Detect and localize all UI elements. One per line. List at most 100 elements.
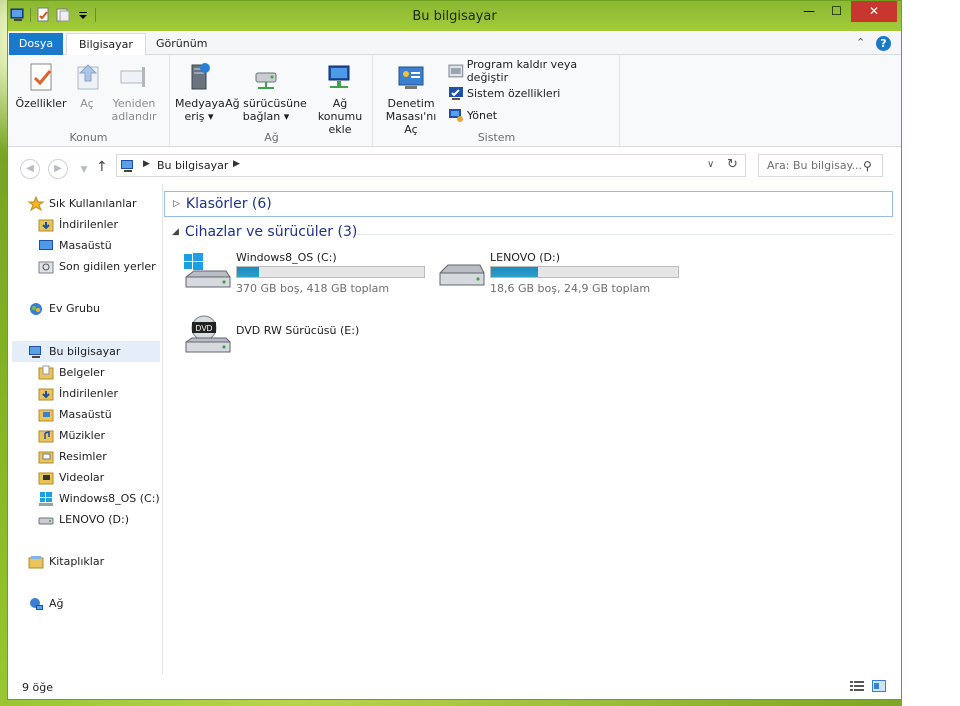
recent-locations-button[interactable]: ▼ (78, 161, 90, 181)
desktop-background-right (902, 0, 960, 706)
search-icon[interactable]: ⚲ (863, 159, 872, 173)
chevron-down-icon[interactable]: ∨ (707, 159, 714, 170)
computer-icon (121, 160, 133, 172)
windows-drive-icon (184, 253, 231, 288)
desktop-icon (39, 239, 53, 250)
folders-group-header[interactable]: ▷ Klasörler (6) (164, 191, 893, 217)
navigation-pane: Sık Kullanılanlar İndirilenler Masaüstü … (8, 184, 163, 674)
nav-pictures[interactable]: Resimler (38, 446, 107, 467)
manage-button[interactable]: Yönet (448, 106, 497, 124)
nav-pictures-label: Resimler (59, 450, 107, 463)
add-network-location-button[interactable]: Ağ konumu ekle (309, 61, 371, 136)
tiles-view-icon[interactable] (872, 680, 886, 692)
open-icon (77, 64, 99, 90)
desktop-folder-icon (38, 409, 54, 421)
system-properties-label: Sistem özellikleri (467, 86, 561, 100)
minimize-button[interactable]: — (796, 1, 822, 22)
chevron-down-icon: ◢ (172, 227, 179, 237)
address-bar[interactable]: ▶ Bu bilgisayar ▶ ∨ ↻ (116, 154, 746, 177)
drives-group-header[interactable]: ◢ Cihazlar ve sürücüler (3) (172, 224, 357, 240)
group-divider (356, 234, 893, 235)
network-location-icon (328, 65, 350, 88)
tab-computer[interactable]: Bilgisayar (66, 33, 146, 55)
nav-desktop[interactable]: Masaüstü (38, 404, 112, 425)
drive-tile-d[interactable]: LENOVO (D:) 18,6 GB boş, 24,9 GB toplam (436, 251, 686, 297)
drive-c-usage-bar (236, 266, 425, 278)
documents-folder-icon (38, 365, 54, 379)
nav-homegroup[interactable]: Ev Grubu (28, 298, 100, 319)
up-arrow-icon[interactable]: ↑ (96, 159, 108, 175)
nav-drive-c[interactable]: Windows8_OS (C:) (38, 488, 160, 509)
nav-fav-recent[interactable]: Son gidilen yerler (38, 256, 156, 277)
add-location-label-1: Ağ konumu (317, 97, 363, 123)
star-icon (28, 195, 44, 211)
videos-folder-icon (38, 472, 54, 484)
uninstall-program-label: Program kaldır veya değiştir (466, 58, 578, 84)
nav-this-pc-label: Bu bilgisayar (49, 345, 121, 358)
system-properties-button[interactable]: Sistem özellikleri (448, 84, 560, 102)
tab-view[interactable]: Görünüm (144, 33, 219, 55)
drive-d-usage-bar (490, 266, 679, 278)
tab-file[interactable]: Dosya (9, 33, 63, 55)
back-button[interactable]: ◀ (20, 159, 40, 179)
downloads-folder-icon (38, 388, 54, 400)
media-access-label-1: Medyaya (175, 97, 225, 110)
breadcrumb-separator-icon[interactable]: ▶ (143, 159, 150, 169)
nav-favorites[interactable]: Sık Kullanılanlar (28, 193, 137, 214)
refresh-icon[interactable]: ↻ (727, 157, 738, 172)
media-access-label-2: eriş ▾ (184, 110, 214, 123)
search-input[interactable]: Ara: Bu bilgisay... (767, 159, 862, 172)
drive-tile-c[interactable]: Windows8_OS (C:) 370 GB boş, 418 GB topl… (182, 251, 432, 297)
content-pane: ▷ Klasörler (6) ◢ Cihazlar ve sürücüler … (164, 184, 901, 674)
maximize-button[interactable]: ☐ (823, 1, 850, 22)
control-panel-button[interactable]: Denetim Masası'nı Aç (378, 61, 444, 136)
properties-icon (30, 63, 52, 91)
nav-drive-d[interactable]: LENOVO (D:) (38, 509, 129, 530)
nav-downloads[interactable]: İndirilenler (38, 383, 118, 404)
drive-icon (439, 264, 485, 286)
nav-network[interactable]: Ağ (28, 593, 64, 614)
nav-fav-desktop-label: Masaüstü (59, 239, 112, 252)
nav-libraries[interactable]: Kitaplıklar (28, 551, 104, 572)
chevron-up-icon[interactable]: ⌃ (856, 36, 865, 49)
nav-documents[interactable]: Belgeler (38, 362, 104, 383)
nav-homegroup-label: Ev Grubu (49, 302, 100, 315)
breadcrumb[interactable]: Bu bilgisayar (157, 159, 228, 172)
title-bar[interactable]: Bu bilgisayar — ☐ ✕ (8, 1, 901, 31)
drive-d-usage-fill (491, 267, 539, 277)
uninstall-program-button[interactable]: Program kaldır veya değiştir (448, 58, 619, 84)
close-button[interactable]: ✕ (851, 1, 897, 22)
control-panel-label-1: Denetim (387, 97, 435, 110)
nav-desktop-label: Masaüstü (59, 408, 112, 421)
ribbon-group-network: Medyaya eriş ▾ Ağ sürücüsüne bağlan ▾ Ağ… (171, 55, 373, 147)
nav-fav-downloads[interactable]: İndirilenler (38, 214, 118, 235)
manage-icon (449, 109, 463, 122)
folders-group-label: Klasörler (6) (185, 196, 272, 212)
nav-this-pc[interactable]: Bu bilgisayar (28, 341, 120, 362)
media-access-button[interactable]: Medyaya eriş ▾ (175, 61, 225, 123)
libraries-icon (28, 555, 44, 568)
nav-network-label: Ağ (49, 597, 64, 610)
nav-drive-d-label: LENOVO (D:) (59, 513, 130, 526)
breadcrumb-separator-icon[interactable]: ▶ (233, 159, 240, 169)
nav-downloads-label: İndirilenler (59, 387, 118, 400)
nav-fav-desktop[interactable]: Masaüstü (38, 235, 112, 256)
open-button[interactable]: Aç (72, 61, 102, 110)
map-network-drive-button[interactable]: Ağ sürücüsüne bağlan ▾ (225, 61, 307, 123)
drive-tile-e[interactable]: DVD DVD RW Sürücüsü (E:) (182, 314, 432, 360)
drives-group-label: Cihazlar ve sürücüler (3) (184, 224, 358, 240)
rename-button[interactable]: Yeniden adlandır (106, 61, 162, 123)
ribbon-group-network-label: Ağ (264, 131, 279, 144)
nav-music[interactable]: Müzikler (38, 425, 105, 446)
drive-e-name: DVD RW Sürücüsü (E:) (236, 324, 360, 337)
details-view-icon[interactable] (850, 680, 864, 692)
nav-videos[interactable]: Videolar (38, 467, 104, 488)
pictures-folder-icon (38, 451, 54, 463)
help-icon[interactable]: ? (876, 36, 891, 51)
network-icon (30, 597, 43, 610)
nav-fav-downloads-label: İndirilenler (59, 218, 118, 231)
search-box[interactable]: Ara: Bu bilgisay... ⚲ (758, 154, 883, 177)
forward-button[interactable]: ▶ (48, 159, 68, 179)
nav-favorites-label: Sık Kullanılanlar (49, 197, 137, 210)
properties-button[interactable]: Özellikler (14, 61, 68, 110)
